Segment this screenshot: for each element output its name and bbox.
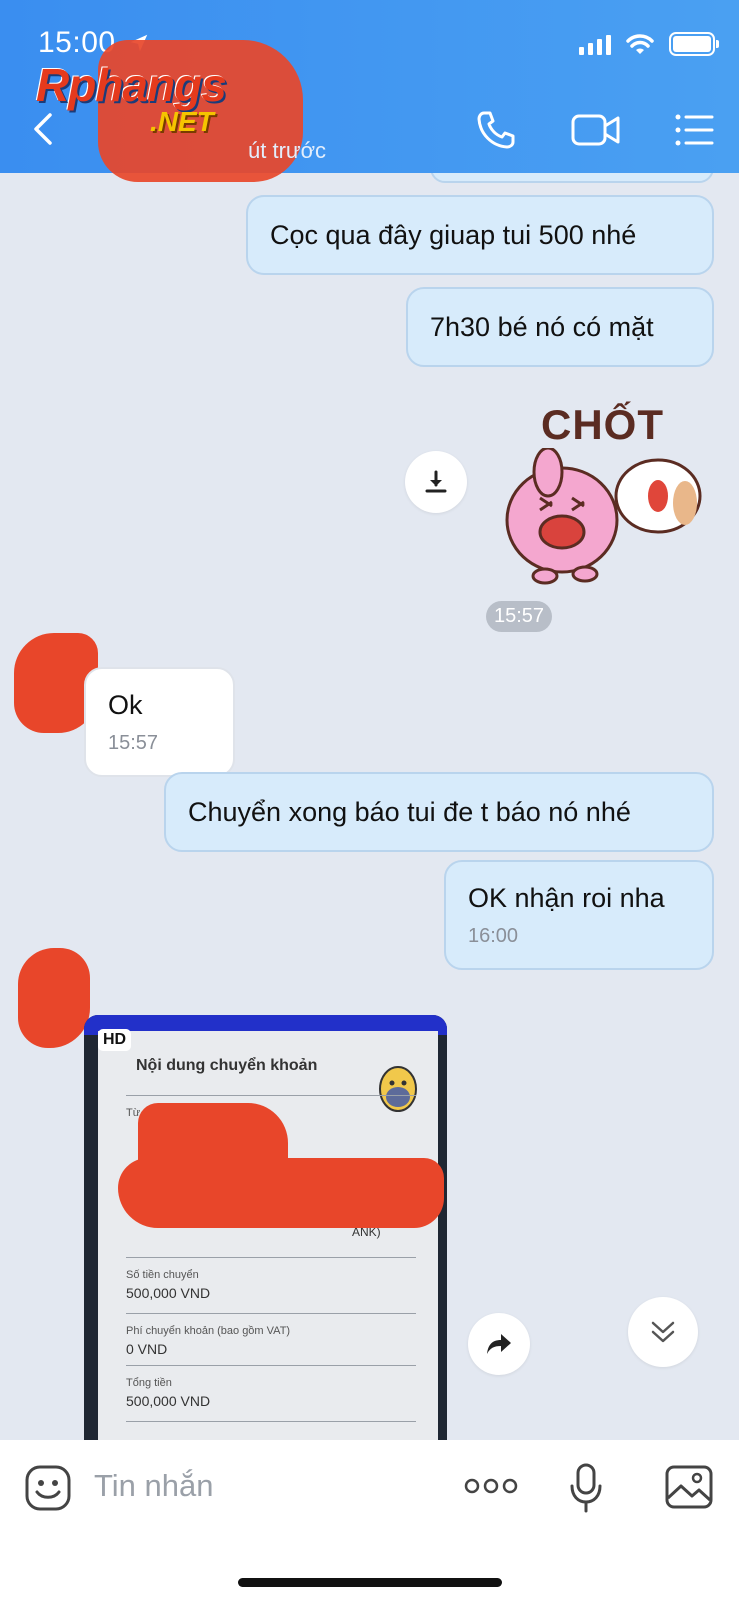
chat-header: 15:00 Rphangs .NET út trước [0, 0, 739, 182]
message-bubble-sent[interactable]: OK nhận roi nha 16:00 [444, 860, 714, 970]
video-call-icon[interactable] [570, 108, 622, 152]
message-list[interactable]: Cọc qua đây giuap tui 500 nhé 7h30 bé nó… [0, 173, 739, 1440]
receipt-amount-value: 500,000 VND [126, 1285, 211, 1301]
message-time: 16:00 [468, 925, 519, 948]
status-indicators [579, 32, 719, 56]
message-text: OK nhận roi nha [468, 882, 665, 913]
sticker-image[interactable] [500, 448, 710, 588]
mascot-icon [379, 1066, 417, 1112]
receipt-fee-value: 0 VND [126, 1341, 168, 1357]
composer-bar: Tin nhắn [0, 1440, 739, 1600]
image-gallery-icon[interactable] [664, 1464, 714, 1510]
scroll-to-bottom-button[interactable] [628, 1297, 698, 1367]
share-arrow-icon [487, 1334, 511, 1354]
menu-list-icon[interactable] [672, 108, 716, 152]
last-seen-status: út trước [248, 138, 327, 163]
redacted-account-info [118, 1158, 444, 1228]
back-chevron-icon[interactable] [28, 112, 56, 146]
message-bubble-received[interactable]: Ok 15:57 [84, 667, 235, 777]
microphone-icon[interactable] [568, 1462, 604, 1514]
watermark-logo: Rphangs [36, 59, 227, 111]
message-input[interactable]: Tin nhắn [94, 1468, 214, 1504]
message-time: 15:57 [108, 732, 159, 755]
forward-button[interactable] [468, 1313, 530, 1375]
home-indicator [238, 1578, 502, 1587]
download-button[interactable] [405, 451, 467, 513]
message-text: 7h30 bé nó có mặt [430, 311, 654, 342]
message-bubble-partial[interactable] [430, 173, 714, 183]
receipt-total-value: 500,000 VND [126, 1393, 211, 1409]
message-text: Cọc qua đây giuap tui 500 nhé [270, 219, 637, 250]
receipt-fee-label: Phí chuyển khoản (bao gồm VAT) [126, 1325, 291, 1337]
message-bubble-sent[interactable]: 7h30 bé nó có mặt [406, 287, 714, 367]
watermark-logo-suffix: .NET [150, 106, 214, 137]
timestamp-pill: 15:57 [486, 601, 553, 632]
redacted-avatar [18, 948, 90, 1048]
hd-badge: HD [98, 1029, 132, 1051]
sticker-caption: CHỐT [541, 401, 664, 448]
more-options-icon[interactable] [464, 1476, 518, 1496]
double-chevron-down-icon [651, 1321, 675, 1343]
phone-call-icon[interactable] [474, 108, 518, 152]
receipt-amount-label: Số tiền chuyển [126, 1269, 199, 1281]
transfer-receipt: Nội dung chuyển khoản Từ ANK) Số tiền ch… [98, 1031, 438, 1440]
cellular-signal-icon [579, 33, 611, 55]
receipt-title: Nội dung chuyển khoản [136, 1057, 318, 1074]
message-text: Ok [108, 689, 143, 720]
message-text: Chuyển xong báo tui đe t báo nó nhé [188, 796, 631, 827]
battery-icon [669, 32, 719, 56]
receipt-total-label: Tổng tiền [126, 1377, 172, 1389]
emoji-icon[interactable] [24, 1464, 72, 1512]
message-bubble-sent[interactable]: Cọc qua đây giuap tui 500 nhé [246, 195, 714, 275]
download-icon [425, 470, 447, 493]
message-bubble-sent[interactable]: Chuyển xong báo tui đe t báo nó nhé [164, 772, 714, 852]
wifi-icon [626, 34, 654, 54]
